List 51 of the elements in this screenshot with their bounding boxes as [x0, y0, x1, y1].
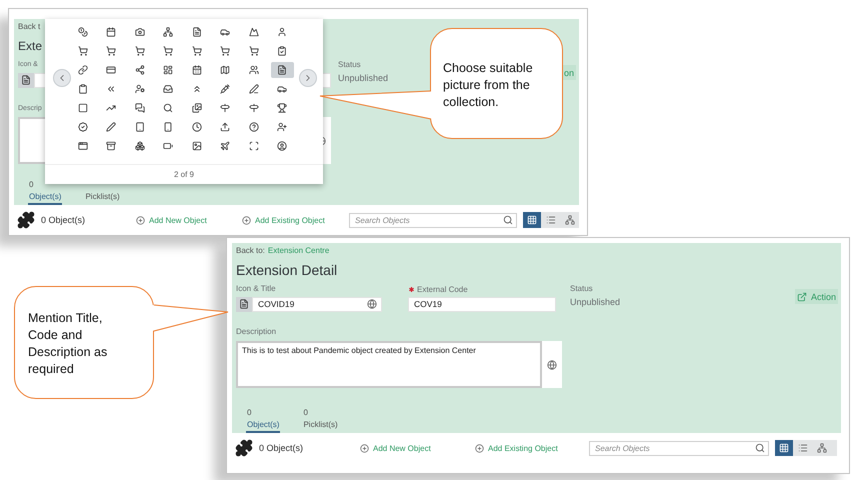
- search-icon[interactable]: [503, 214, 513, 225]
- external-link-icon: [796, 292, 807, 302]
- field-label: Description: [236, 327, 276, 336]
- back-label: Back t: [18, 22, 40, 32]
- page-title: Extension Detail: [236, 262, 338, 278]
- plus-circle-icon: [360, 444, 369, 452]
- grid-view-button[interactable]: [523, 212, 541, 228]
- callout-text: Mention Title, Code and Description as required: [28, 310, 108, 378]
- status-label: Status: [570, 284, 594, 294]
- list-icon: [546, 215, 556, 226]
- puzzle-icon: [235, 439, 253, 457]
- icon-selector[interactable]: [236, 296, 252, 312]
- field-label: External Code: [417, 284, 468, 294]
- field-label: Icon & Title: [236, 284, 277, 295]
- object-count: 0 Object(s): [41, 215, 86, 226]
- tab[interactable]: 0 Picklist(s): [302, 408, 339, 433]
- search-icon[interactable]: [755, 442, 765, 452]
- grid-icon: [527, 215, 537, 226]
- status-value: Unpublished: [338, 73, 388, 83]
- plus-circle-icon: [475, 444, 484, 452]
- tab[interactable]: 0 Object(s): [246, 408, 280, 433]
- grid-icon: [779, 443, 789, 453]
- globe-icon[interactable]: [367, 299, 377, 309]
- list-icon: [798, 443, 808, 453]
- grid-view-button[interactable]: [775, 440, 793, 456]
- add-link[interactable]: Add New Object: [136, 216, 242, 225]
- add-link[interactable]: Add Existing Object: [475, 444, 589, 452]
- document-icon[interactable]: [270, 62, 294, 78]
- callout-text: Choose suitable picture from the collection.: [443, 60, 534, 111]
- back-label: Back to:: [236, 246, 265, 256]
- description-input[interactable]: This is to test about Pandemic object created by Extension Center: [236, 341, 542, 388]
- globe-icon: [547, 360, 557, 370]
- page-title: Exte: [18, 38, 42, 54]
- object-count: 0 Object(s): [259, 443, 304, 453]
- tree-icon: [565, 215, 575, 226]
- tree-icon: [817, 443, 827, 453]
- plus-circle-icon: [242, 216, 251, 225]
- status-value: Unpublished: [570, 297, 620, 307]
- icon-selector[interactable]: [18, 72, 34, 88]
- search-field[interactable]: Search Objects: [589, 440, 769, 456]
- title-input[interactable]: COVID19: [252, 296, 382, 312]
- puzzle-icon: [17, 211, 35, 230]
- status-label: Status: [338, 60, 362, 70]
- add-link[interactable]: Add New Object: [360, 444, 475, 452]
- plus-circle-icon: [136, 216, 145, 225]
- code-input[interactable]: COV19: [408, 296, 556, 312]
- page-indicator: 2 of 9: [174, 170, 194, 179]
- search-field[interactable]: Search Objects: [349, 212, 517, 228]
- add-link[interactable]: Add Existing Object: [242, 216, 349, 225]
- tab[interactable]: Picklist(s): [84, 180, 121, 206]
- translate-button[interactable]: [542, 341, 562, 388]
